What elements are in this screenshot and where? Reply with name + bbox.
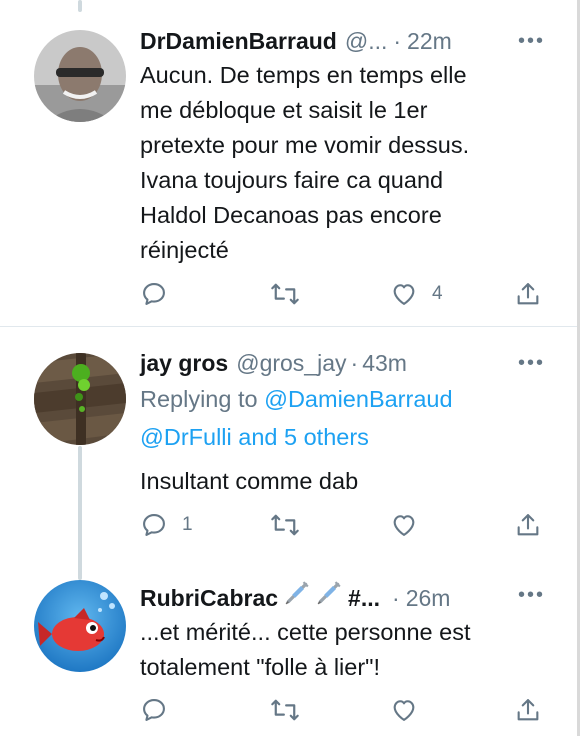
tweet-text-line: Haldol Decanoas pas encore (140, 202, 442, 228)
tweet-text-line: Ivana toujours faire ca quand (140, 167, 444, 193)
like-button[interactable] (390, 692, 418, 728)
avatar[interactable] (34, 30, 126, 122)
like-icon (390, 696, 418, 724)
retweet-button[interactable] (270, 276, 300, 312)
timestamp[interactable]: 22m (407, 26, 452, 56)
like-count: 4 (432, 283, 443, 304)
action-bar: 4 (140, 276, 550, 312)
share-icon (514, 696, 542, 724)
reply-button[interactable]: 1 (140, 507, 193, 543)
replying-to: Replying to @DamienBarraud (140, 380, 545, 418)
like-icon (390, 511, 418, 539)
separator-dot: · (393, 28, 402, 54)
display-name[interactable]: jay gros (140, 348, 228, 378)
timestamp[interactable]: 26m (406, 583, 451, 613)
share-icon (514, 511, 542, 539)
avatar[interactable] (34, 353, 126, 445)
syringe-icon (316, 580, 342, 613)
user-handle[interactable]: @... (345, 26, 388, 56)
tweet-header: RubriCabrac #... · 26m (140, 580, 545, 613)
replying-to-others: @DrFulli and 5 others (140, 418, 545, 456)
tweet-header: jay gros @gros_jay · 43m (140, 348, 545, 378)
replying-to-user-link[interactable]: @DamienBarraud (264, 386, 452, 412)
tweet-body: RubriCabrac #... · 26m ••• ...et mérité.… (140, 580, 545, 685)
tweet-text-line: ...et mérité... cette personne est (140, 619, 471, 645)
reply-button[interactable] (140, 276, 168, 312)
tweet-header: DrDamienBarraud @... · 22m (140, 26, 545, 56)
replying-to-prefix: Replying to (140, 386, 258, 412)
tweet-text: Insultant comme dab (140, 464, 545, 499)
tweet-1[interactable]: DrDamienBarraud @... · 22m ••• Aucun. De… (0, 0, 577, 326)
timestamp[interactable]: 43m (362, 348, 407, 378)
syringe-icon (284, 580, 310, 613)
more-icon[interactable]: ••• (518, 31, 545, 51)
tweet-text-line: réinjecté (140, 237, 229, 263)
reply-icon (140, 696, 168, 724)
more-icon[interactable]: ••• (518, 353, 545, 373)
reply-icon (140, 280, 168, 308)
tweet-text-line: totalement "folle à lier"! (140, 654, 381, 680)
tweet-body: DrDamienBarraud @... · 22m ••• Aucun. De… (140, 26, 545, 268)
tweet-text-line: pretexte pour me vomir dessus. (140, 132, 470, 158)
tweet-body: jay gros @gros_jay · 43m ••• Replying to… (140, 348, 545, 499)
tweet-3[interactable]: RubriCabrac #... · 26m ••• ...et mérité.… (0, 560, 577, 736)
tweet-text-line: Aucun. De temps en temps elle (140, 62, 467, 88)
user-handle[interactable]: @gros_jay (236, 348, 346, 378)
action-bar (140, 692, 550, 728)
retweet-icon (270, 280, 300, 308)
separator-dot: · (350, 350, 359, 376)
tweet-text-line: me débloque et saisit le 1er (140, 97, 428, 123)
reply-count: 1 (182, 514, 193, 535)
reply-icon (140, 511, 168, 539)
tweet-text: Aucun. De temps en temps elle me débloqu… (140, 58, 545, 268)
retweet-button[interactable] (270, 507, 300, 543)
display-name[interactable]: RubriCabrac (140, 583, 278, 613)
replying-to-others-link[interactable]: @DrFulli and 5 others (140, 424, 369, 450)
tweet-text: ...et mérité... cette personne est total… (140, 615, 545, 685)
tweet-2[interactable]: jay gros @gros_jay · 43m ••• Replying to… (0, 327, 577, 560)
share-icon (514, 280, 542, 308)
action-bar: 1 (140, 507, 550, 543)
share-button[interactable] (514, 692, 542, 728)
retweet-button[interactable] (270, 692, 300, 728)
reply-button[interactable] (140, 692, 168, 728)
like-icon (390, 280, 418, 308)
share-button[interactable] (514, 507, 542, 543)
retweet-icon (270, 511, 300, 539)
retweet-icon (270, 696, 300, 724)
like-button[interactable] (390, 507, 418, 543)
avatar[interactable] (34, 580, 126, 672)
like-button[interactable]: 4 (390, 276, 443, 312)
separator-dot: · (392, 585, 400, 611)
tweet-text-line: Insultant comme dab (140, 468, 359, 494)
more-icon[interactable]: ••• (518, 585, 545, 605)
share-button[interactable] (514, 276, 542, 312)
display-name[interactable]: DrDamienBarraud (140, 26, 337, 56)
display-name-suffix[interactable]: #... (348, 583, 380, 613)
